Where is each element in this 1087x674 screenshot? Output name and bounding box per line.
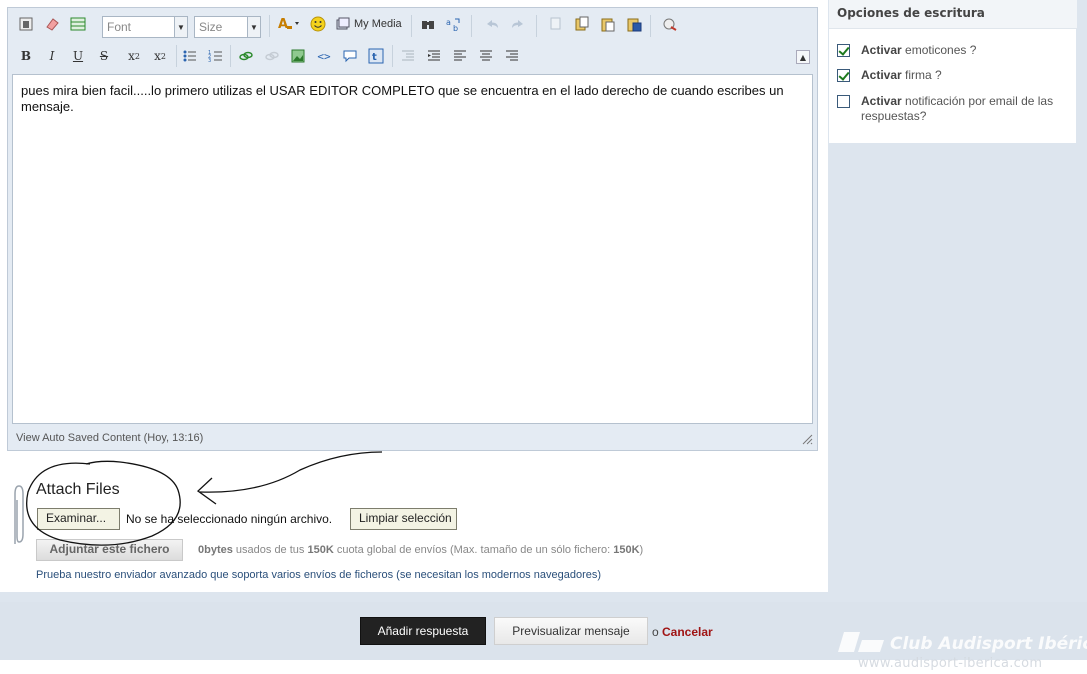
table-icon[interactable] bbox=[68, 14, 88, 34]
svg-text:A: A bbox=[278, 17, 288, 32]
toolbar-divider bbox=[176, 45, 177, 67]
email-notification-checkbox[interactable] bbox=[837, 95, 850, 108]
undo-icon[interactable] bbox=[482, 14, 502, 34]
options-header: Opciones de escritura bbox=[829, 0, 1077, 29]
redo-icon[interactable] bbox=[508, 14, 528, 34]
quota-text-part: cuota global de envíos (Max. tamaño de u… bbox=[333, 544, 614, 556]
align-right-icon[interactable] bbox=[502, 46, 522, 66]
chevron-down-icon: ▼ bbox=[174, 17, 187, 37]
writing-options-panel: Opciones de escritura Activar emoticones… bbox=[828, 0, 1077, 143]
toolbar-divider bbox=[471, 15, 472, 37]
italic-icon[interactable]: I bbox=[42, 46, 62, 66]
clear-selection-button[interactable]: Limpiar selección bbox=[350, 508, 457, 530]
underline-icon[interactable]: U bbox=[68, 46, 88, 66]
binoculars-icon[interactable] bbox=[418, 14, 438, 34]
quota-max: 150K bbox=[613, 544, 640, 556]
toolbar-divider bbox=[650, 15, 651, 37]
copy-icon[interactable] bbox=[572, 14, 592, 34]
smiley-icon[interactable] bbox=[308, 14, 328, 34]
font-select-value: Font bbox=[107, 20, 132, 34]
strikethrough-icon[interactable]: S bbox=[94, 46, 114, 66]
message-textarea[interactable]: pues mira bien facil.....lo primero util… bbox=[12, 74, 813, 424]
font-select[interactable]: Font ▼ bbox=[102, 16, 188, 38]
eraser-icon[interactable] bbox=[42, 14, 62, 34]
wysiwyg-editor: Font ▼ Size ▼ A My Media ab B I U S x 2 … bbox=[7, 7, 818, 451]
advanced-uploader-link[interactable]: Prueba nuestro enviador avanzado que sop… bbox=[36, 569, 601, 581]
quota-text-part: usados de tus bbox=[232, 544, 308, 556]
option-label-text: emoticones ? bbox=[901, 43, 977, 57]
paperclip-icon bbox=[8, 484, 28, 551]
indent-icon[interactable] bbox=[424, 46, 444, 66]
toolbar-divider bbox=[392, 45, 393, 67]
toolbar-divider bbox=[536, 15, 537, 37]
option-label-bold: Activar bbox=[861, 94, 902, 108]
switch-mode-icon[interactable] bbox=[16, 14, 36, 34]
cut-icon[interactable] bbox=[546, 14, 566, 34]
upload-file-button[interactable]: Adjuntar este fichero bbox=[36, 539, 183, 561]
option-label-text: firma ? bbox=[901, 68, 942, 82]
quota-used: 0bytes bbox=[198, 544, 233, 556]
resize-grip-icon[interactable] bbox=[801, 433, 813, 448]
spellcheck-icon[interactable] bbox=[660, 14, 680, 34]
svg-text:t: t bbox=[372, 52, 377, 63]
browse-file-button[interactable]: Examinar... bbox=[37, 508, 120, 530]
option-label-bold: Activar bbox=[861, 68, 902, 82]
signature-checkbox[interactable] bbox=[837, 69, 850, 82]
svg-text:b: b bbox=[453, 24, 458, 32]
size-select[interactable]: Size ▼ bbox=[194, 16, 261, 38]
chevron-down-icon: ▼ bbox=[247, 17, 260, 37]
link-icon[interactable] bbox=[236, 46, 256, 66]
submit-reply-button[interactable]: Añadir respuesta bbox=[360, 617, 486, 645]
cancel-link[interactable]: Cancelar bbox=[662, 625, 713, 639]
image-icon[interactable] bbox=[288, 46, 308, 66]
option-label: Activar emoticones ? bbox=[861, 43, 1066, 58]
no-file-selected-text: No se ha seleccionado ningún archivo. bbox=[126, 512, 333, 526]
my-media-label: My Media bbox=[354, 18, 402, 30]
paste-word-icon[interactable] bbox=[624, 14, 644, 34]
svg-text:3: 3 bbox=[208, 58, 211, 64]
subscript-icon[interactable]: x2 bbox=[124, 46, 144, 66]
replace-icon[interactable]: ab bbox=[444, 14, 464, 34]
align-center-icon[interactable] bbox=[476, 46, 496, 66]
bold-icon[interactable]: B bbox=[16, 46, 36, 66]
quota-total: 150K bbox=[307, 544, 334, 556]
bullet-list-icon[interactable] bbox=[180, 46, 200, 66]
toolbar-divider bbox=[230, 45, 231, 67]
autosave-link[interactable]: View Auto Saved Content (Hoy, 13:16) bbox=[16, 432, 203, 444]
collapse-toolbar-icon[interactable]: ▲ bbox=[796, 50, 810, 64]
watermark-url: www.audisport-iberica.com bbox=[858, 656, 1043, 671]
code-icon[interactable]: <> bbox=[314, 46, 334, 66]
quota-text: 0bytes usados de tus 150K cuota global d… bbox=[198, 544, 643, 556]
option-label-bold: Activar bbox=[861, 43, 902, 57]
toolbar-row-1: Font ▼ Size ▼ A My Media ab bbox=[8, 10, 817, 40]
text-color-icon[interactable]: A bbox=[276, 14, 302, 34]
watermark-title: Club Audisport Ibérica bbox=[890, 634, 1087, 654]
option-label: Activar firma ? bbox=[861, 68, 1066, 83]
emoticons-checkbox[interactable] bbox=[837, 44, 850, 57]
attach-files-title: Attach Files bbox=[36, 481, 120, 498]
svg-text:a: a bbox=[446, 18, 451, 27]
option-label: Activar notificación por email de las re… bbox=[861, 94, 1066, 124]
media-icon bbox=[336, 17, 350, 30]
toolbar-divider bbox=[269, 15, 270, 37]
quota-text-part: ) bbox=[639, 544, 644, 556]
toolbar-row-2: B I U S x2 x2 123 <> t ▲ bbox=[8, 42, 817, 72]
outdent-icon[interactable] bbox=[398, 46, 418, 66]
align-left-icon[interactable] bbox=[450, 46, 470, 66]
quote-icon[interactable] bbox=[340, 46, 360, 66]
numbered-list-icon[interactable]: 123 bbox=[206, 46, 226, 66]
html-icon[interactable]: t bbox=[366, 46, 386, 66]
size-select-value: Size bbox=[199, 20, 223, 34]
or-text: o bbox=[652, 625, 659, 639]
superscript-icon[interactable]: x2 bbox=[150, 46, 170, 66]
toolbar-divider bbox=[411, 15, 412, 37]
paste-icon[interactable] bbox=[598, 14, 618, 34]
my-media-button[interactable]: My Media bbox=[336, 14, 406, 34]
unlink-icon[interactable] bbox=[262, 46, 282, 66]
club-logo-icon bbox=[838, 632, 884, 652]
preview-message-button[interactable]: Previsualizar mensaje bbox=[494, 617, 648, 645]
